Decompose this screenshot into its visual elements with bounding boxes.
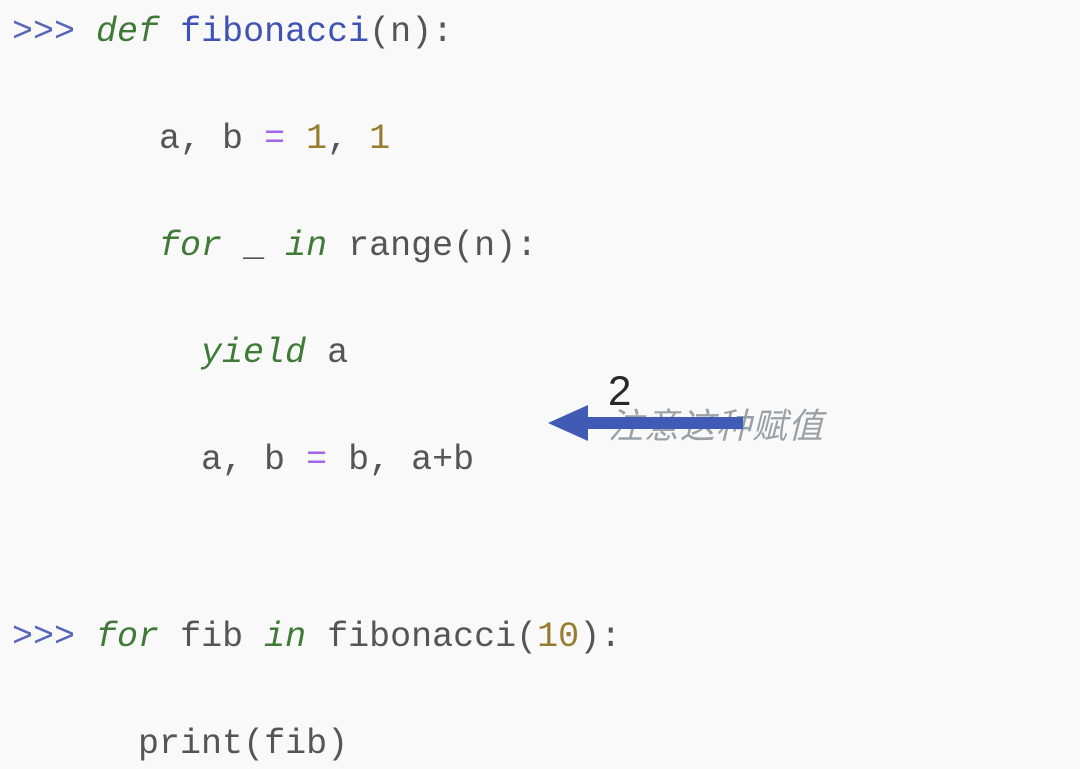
keyword-in-2: in: [264, 617, 306, 657]
comma: ,: [327, 119, 348, 159]
yield-var: a: [327, 333, 348, 373]
keyword-in: in: [285, 226, 327, 266]
blank-gap: [12, 543, 1068, 613]
loop-var: _: [243, 226, 264, 266]
paren-open-7: (: [243, 724, 264, 764]
code-line-1: >>> def fibonacci(n):: [12, 8, 1068, 57]
print-fn: print: [138, 724, 243, 764]
arrow-icon: [548, 399, 743, 447]
code-line-3: for _ in range(n):: [12, 222, 1068, 271]
function-name: fibonacci: [180, 12, 369, 52]
range-fn: range: [348, 226, 453, 266]
fib-var: fib: [180, 617, 243, 657]
num-1a: 1: [306, 119, 327, 159]
fibonacci-call: fibonacci: [327, 617, 516, 657]
code-line-5: a, b = b, a+b: [12, 436, 1068, 485]
arg-n: n: [390, 12, 411, 52]
keyword-yield: yield: [201, 333, 306, 373]
code-line-4: yield a: [12, 329, 1068, 378]
keyword-def: def: [96, 12, 159, 52]
paren-open: (: [369, 12, 390, 52]
print-arg: fib: [264, 724, 327, 764]
paren-open-6: (: [516, 617, 537, 657]
arg-n-3: n: [474, 226, 495, 266]
prompt: >>>: [12, 12, 75, 52]
keyword-for-2: for: [96, 617, 159, 657]
paren-close-colon: ):: [411, 12, 453, 52]
lhs-ab: a, b: [201, 440, 285, 480]
eq-op-5: =: [306, 440, 327, 480]
rhs-expr: b, a+b: [348, 440, 474, 480]
code-line-2: a, b = 1, 1: [12, 115, 1068, 164]
vars-ab: a, b: [159, 119, 243, 159]
paren-close-colon-6: ):: [579, 617, 621, 657]
prompt-2: >>>: [12, 617, 75, 657]
code-line-7: print(fib): [12, 720, 1068, 769]
keyword-for: for: [159, 226, 222, 266]
num-10: 10: [537, 617, 579, 657]
paren-open-3: (: [453, 226, 474, 266]
paren-close-7: ): [327, 724, 348, 764]
paren-close-colon-3: ):: [495, 226, 537, 266]
num-1b: 1: [369, 119, 390, 159]
code-line-6: >>> for fib in fibonacci(10):: [12, 613, 1068, 662]
eq-op: =: [264, 119, 285, 159]
